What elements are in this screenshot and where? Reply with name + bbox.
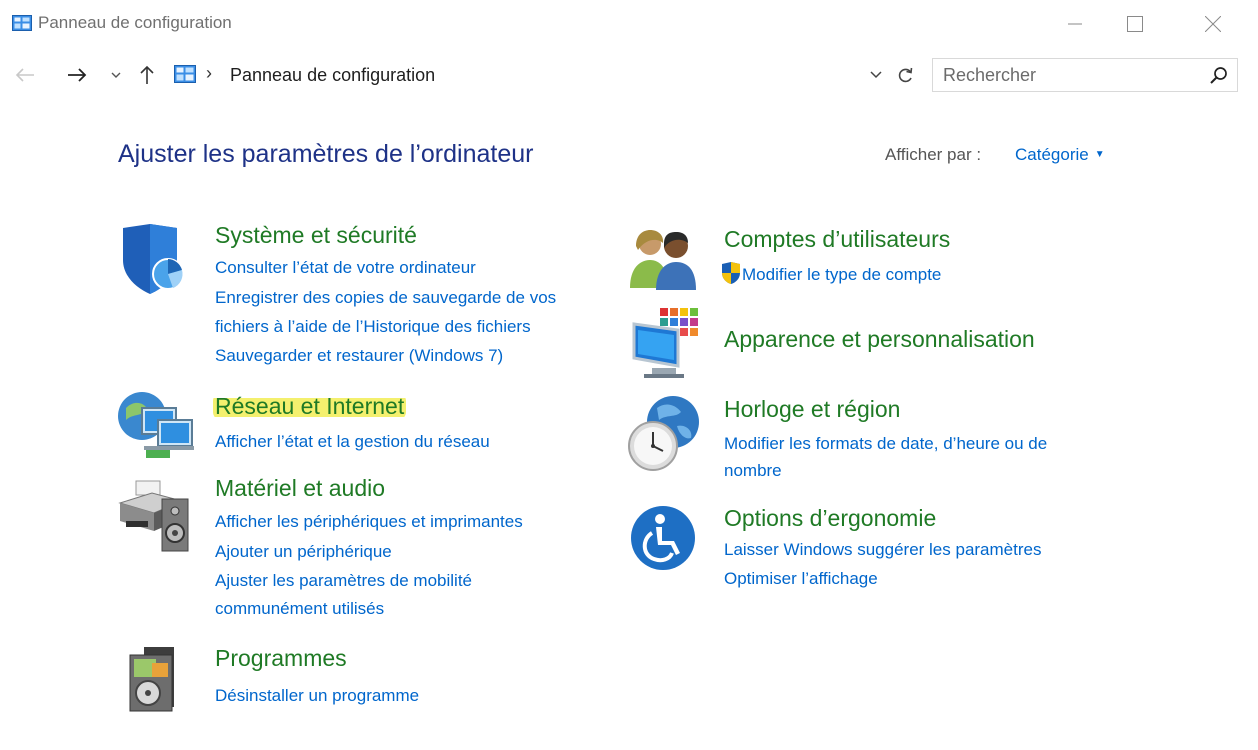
link-backup-restore[interactable]: Sauvegarder et restaurer (Windows 7) [215,341,503,370]
chevron-down-icon [870,71,882,79]
arrow-up-icon [140,65,154,84]
arrow-right-icon [68,68,87,82]
close-button[interactable] [1190,6,1236,42]
link-change-account-type-label[interactable]: Modifier le type de compte [742,265,941,284]
minimize-button[interactable] [1052,6,1098,42]
control-panel-icon [174,65,196,83]
clock-globe-icon[interactable] [627,396,699,471]
up-button[interactable] [132,58,162,92]
category-title-network[interactable]: Réseau et Internet [213,393,407,420]
link-date-time-formats-cont[interactable]: nombre [724,456,782,485]
maximize-button[interactable] [1112,6,1158,42]
breadcrumb-separator[interactable]: › [206,63,212,84]
title-bar: Panneau de configuration [0,0,1258,48]
link-date-time-formats[interactable]: Modifier les formats de date, d’heure ou… [724,429,1047,458]
address-bar[interactable]: › Panneau de configuration [170,58,926,92]
category-title-programs[interactable]: Programmes [215,645,347,672]
link-uninstall-program[interactable]: Désinstaller un programme [215,681,419,710]
category-title-hardware[interactable]: Matériel et audio [215,475,385,502]
programs-icon[interactable] [122,645,194,717]
page-title: Ajuster les paramètres de l’ordinateur [118,140,534,168]
appearance-icon[interactable] [632,306,704,378]
accessibility-icon[interactable] [630,505,702,577]
view-by-value[interactable]: Catégorie [1015,145,1089,164]
view-by-dropdown[interactable]: Catégorie ▼ [1015,145,1105,165]
shield-icon[interactable] [118,222,190,294]
link-network-status[interactable]: Afficher l’état et la gestion du réseau [215,427,490,456]
caret-down-icon[interactable]: ▼ [1095,149,1105,160]
link-backup-file-history[interactable]: Enregistrer des copies de sauvegarde de … [215,283,556,312]
forward-button[interactable] [62,58,92,92]
search-box[interactable] [932,58,1238,92]
link-optimize-display[interactable]: Optimiser l’affichage [724,564,878,593]
network-icon[interactable] [118,390,194,462]
search-icon[interactable] [1209,66,1229,86]
link-mobility-settings-cont[interactable]: communément utilisés [215,594,384,623]
breadcrumb-control-panel[interactable]: Panneau de configuration [230,65,435,86]
refresh-button[interactable] [892,62,920,88]
link-change-account-type[interactable]: Modifier le type de compte [720,260,941,289]
link-add-device[interactable]: Ajouter un périphérique [215,537,392,566]
recent-locations-button[interactable] [106,58,126,92]
back-button[interactable] [10,58,40,92]
category-title-accounts[interactable]: Comptes d’utilisateurs [724,226,950,253]
window-title: Panneau de configuration [38,13,232,32]
category-title-appearance[interactable]: Apparence et personnalisation [724,326,1035,353]
printer-icon[interactable] [118,475,190,552]
link-check-computer-status[interactable]: Consulter l’état de votre ordinateur [215,253,476,282]
link-devices-printers[interactable]: Afficher les périphériques et imprimante… [215,507,523,536]
search-input[interactable] [943,64,1193,86]
view-by-label: Afficher par : [885,145,982,164]
uac-shield-icon [722,262,740,284]
link-windows-suggest-settings[interactable]: Laisser Windows suggérer les paramètres [724,535,1041,564]
refresh-icon [898,67,913,83]
address-dropdown-button[interactable] [864,64,888,86]
category-title-clock[interactable]: Horloge et région [724,396,900,423]
arrow-left-icon [15,68,34,82]
chevron-down-icon [111,72,121,78]
users-icon[interactable] [630,226,702,298]
link-mobility-settings[interactable]: Ajuster les paramètres de mobilité [215,566,472,595]
link-backup-file-history-cont[interactable]: fichiers à l’aide de l’Historique des fi… [215,312,531,341]
category-title-system[interactable]: Système et sécurité [215,222,417,249]
control-panel-icon [12,15,32,31]
category-title-ease[interactable]: Options d’ergonomie [724,505,936,532]
